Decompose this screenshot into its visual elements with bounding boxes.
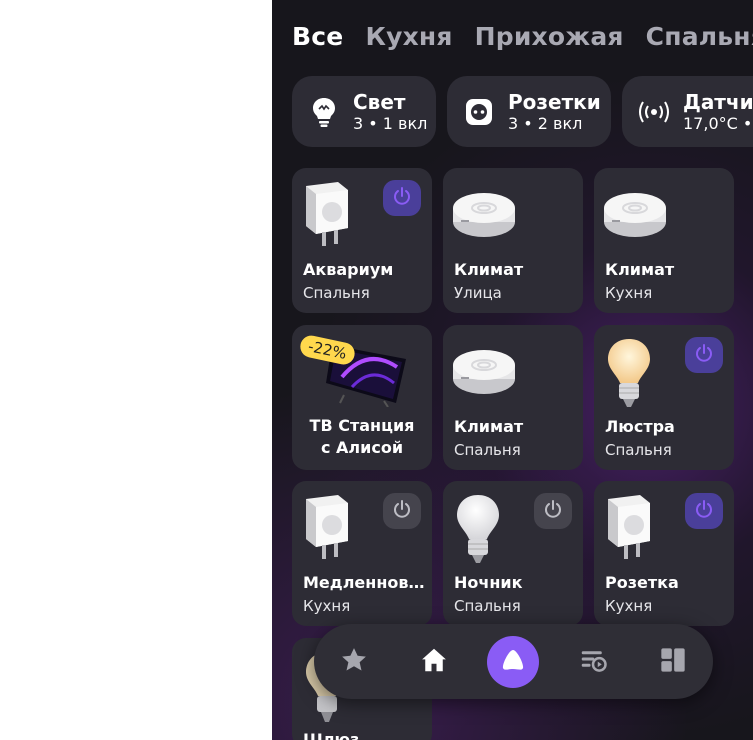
socket-icon [463, 96, 495, 128]
power-icon [694, 499, 714, 523]
power-button[interactable] [685, 337, 723, 373]
tab-bedroom[interactable]: Спальня [646, 22, 753, 51]
device-room: Спальня [303, 284, 370, 302]
device-room: Кухня [605, 597, 653, 615]
device-card-chandelier[interactable]: Люстра Спальня [594, 325, 734, 470]
sensor-waves-icon [638, 96, 670, 128]
dashboard-icon [659, 646, 687, 678]
device-name: ТВ Станция с Алисой [292, 415, 432, 459]
device-name: Розетка [605, 573, 679, 592]
device-name-line1: ТВ Станция [309, 416, 415, 435]
device-room: Спальня [454, 441, 521, 459]
device-card-climate-bedroom[interactable]: Климат Спальня [443, 325, 583, 470]
smart-plug-icon [300, 493, 370, 563]
power-icon [392, 499, 412, 523]
power-icon [694, 343, 714, 367]
summary-sensors[interactable]: Датчик 17,0°C • 6 [622, 76, 753, 147]
device-card-tv-station[interactable]: -22% ТВ Станция с Алисой [292, 325, 432, 470]
star-icon [339, 645, 369, 679]
device-name: Климат [454, 417, 524, 436]
nav-home[interactable] [408, 636, 460, 688]
summary-sensors-value: 17,0°C • 6 [683, 113, 753, 133]
tab-hallway[interactable]: Прихожая [475, 22, 624, 51]
power-button[interactable] [383, 180, 421, 216]
device-room: Кухня [303, 597, 351, 615]
device-card-night-light[interactable]: Ночник Спальня [443, 481, 583, 626]
device-name: Медленнова... [303, 573, 427, 592]
device-name: Климат [454, 260, 524, 279]
alice-button[interactable] [487, 635, 540, 688]
smart-plug-icon [300, 180, 370, 250]
nav-dashboard[interactable] [647, 636, 699, 688]
climate-sensor-icon [602, 180, 672, 250]
room-tabs: Все Кухня Прихожая Спальня У [292, 22, 753, 51]
climate-sensor-icon [451, 337, 521, 407]
device-name: Аквариум [303, 260, 394, 279]
device-name: Люстра [605, 417, 675, 436]
device-card-climate-kitchen[interactable]: Климат Кухня [594, 168, 734, 313]
device-name-line2: с Алисой [320, 438, 404, 457]
summary-sensors-title: Датчик [683, 89, 753, 114]
alice-icon [500, 648, 526, 676]
bulb-icon [451, 493, 521, 563]
summary-sockets-count: 3 • 2 вкл [508, 113, 583, 133]
device-card-slow-cooker[interactable]: Медленнова... Кухня [292, 481, 432, 626]
summary-light-title: Свет [353, 89, 406, 114]
home-icon [419, 645, 449, 679]
power-button[interactable] [383, 493, 421, 529]
device-room: Спальня [605, 441, 672, 459]
power-icon [392, 186, 412, 210]
device-name: Шлюз [303, 730, 360, 740]
bottom-nav [314, 624, 713, 699]
climate-sensor-icon [451, 180, 521, 250]
tab-kitchen[interactable]: Кухня [365, 22, 452, 51]
summary-light[interactable]: Свет 3 • 1 вкл [292, 76, 436, 147]
media-playlist-icon [578, 645, 608, 679]
tab-all[interactable]: Все [292, 22, 343, 51]
device-room: Улица [454, 284, 502, 302]
device-card-aquarium[interactable]: Аквариум Спальня [292, 168, 432, 313]
device-card-socket[interactable]: Розетка Кухня [594, 481, 734, 626]
power-button[interactable] [534, 493, 572, 529]
device-room: Спальня [454, 597, 521, 615]
device-room: Кухня [605, 284, 653, 302]
nav-media[interactable] [567, 636, 619, 688]
smart-home-app: Все Кухня Прихожая Спальня У Свет 3 • 1 … [272, 0, 753, 740]
device-card-climate-street[interactable]: Климат Улица [443, 168, 583, 313]
power-button[interactable] [685, 493, 723, 529]
device-name: Климат [605, 260, 675, 279]
nav-favorites[interactable] [328, 636, 380, 688]
summary-sockets-title: Розетки [508, 89, 601, 114]
power-icon [543, 499, 563, 523]
summary-sockets[interactable]: Розетки 3 • 2 вкл [447, 76, 611, 147]
summary-light-count: 3 • 1 вкл [353, 113, 428, 133]
lightbulb-icon [308, 96, 340, 128]
smart-plug-icon [602, 493, 672, 563]
device-name: Ночник [454, 573, 523, 592]
warm-bulb-icon [602, 337, 672, 407]
